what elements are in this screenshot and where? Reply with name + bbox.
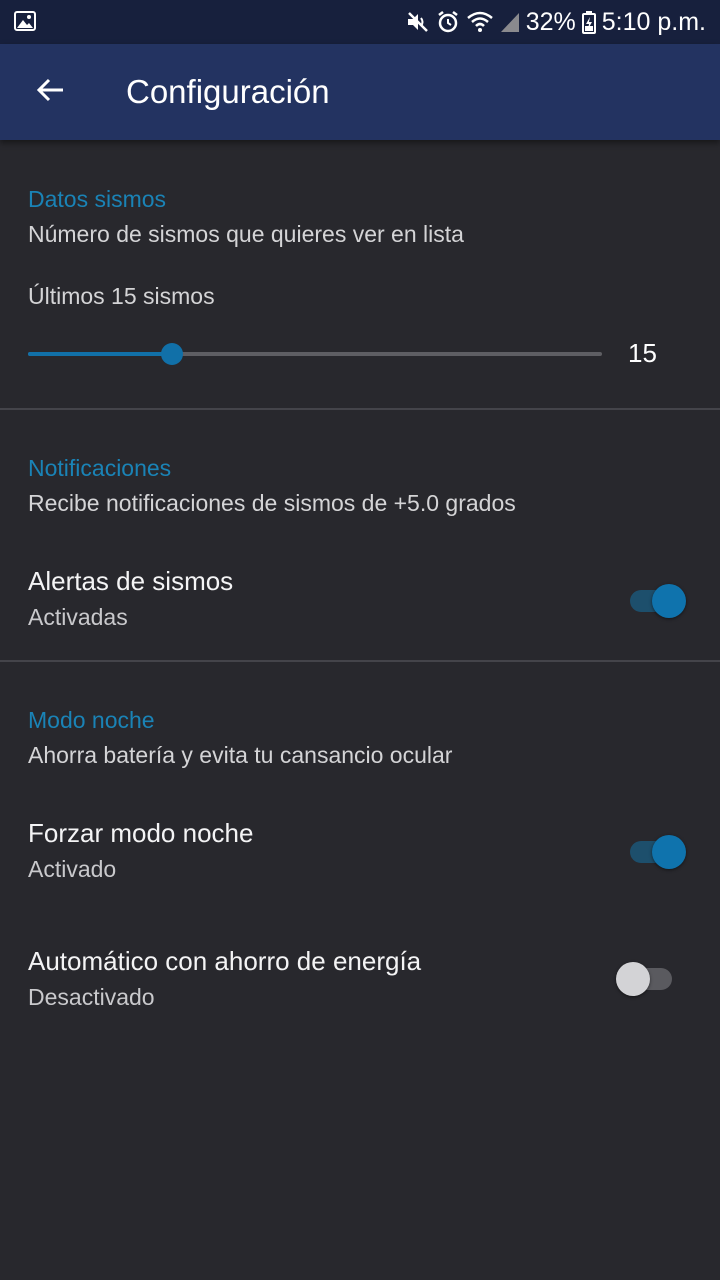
alertas-toggle[interactable] xyxy=(628,578,688,618)
automatico-label: Automático con ahorro de energía xyxy=(28,946,422,976)
forzar-modo-noche-label: Forzar modo noche xyxy=(28,818,254,848)
section-subtitle-modo-noche: Ahorra batería y evita tu cansancio ocul… xyxy=(28,742,453,768)
alarm-icon xyxy=(436,10,460,34)
signal-icon xyxy=(500,10,520,34)
slider-fill xyxy=(28,352,172,356)
clock: 5:10 p.m. xyxy=(601,7,706,36)
image-icon xyxy=(14,11,36,31)
section-title-datos: Datos sismos xyxy=(28,186,167,212)
arrow-back-icon xyxy=(34,74,66,111)
forzar-modo-noche-toggle[interactable] xyxy=(628,829,688,869)
section-subtitle-datos: Número de sismos que quieres ver en list… xyxy=(28,221,464,247)
automatico-toggle[interactable] xyxy=(616,956,676,996)
battery-percent: 32% xyxy=(525,7,576,36)
automatico-status: Desactivado xyxy=(28,984,155,1010)
earthquake-count-slider[interactable] xyxy=(28,340,602,368)
alertas-status: Activadas xyxy=(28,604,128,630)
toggle-knob xyxy=(652,584,686,618)
divider xyxy=(0,408,720,410)
section-title-notificaciones: Notificaciones xyxy=(28,455,172,481)
status-icons: 32% 5:10 p.m. xyxy=(406,0,706,44)
divider xyxy=(0,660,720,662)
toggle-knob xyxy=(652,835,686,869)
toggle-knob xyxy=(616,962,650,996)
app-bar: Configuración xyxy=(0,44,720,140)
forzar-modo-noche-status: Activado xyxy=(28,856,117,882)
wifi-icon xyxy=(466,10,494,34)
mute-icon xyxy=(406,10,430,34)
section-title-modo-noche: Modo noche xyxy=(28,707,155,733)
section-subtitle-notificaciones: Recibe notificaciones de sismos de +5.0 … xyxy=(28,490,516,516)
slider-thumb[interactable] xyxy=(161,343,183,365)
status-bar: 32% 5:10 p.m. xyxy=(0,0,720,44)
slider-value: 15 xyxy=(628,338,657,368)
battery-icon xyxy=(581,10,596,34)
back-button[interactable] xyxy=(26,68,74,116)
page-title: Configuración xyxy=(126,73,330,110)
slider-label: Últimos 15 sismos xyxy=(28,283,215,309)
alertas-label: Alertas de sismos xyxy=(28,566,234,596)
